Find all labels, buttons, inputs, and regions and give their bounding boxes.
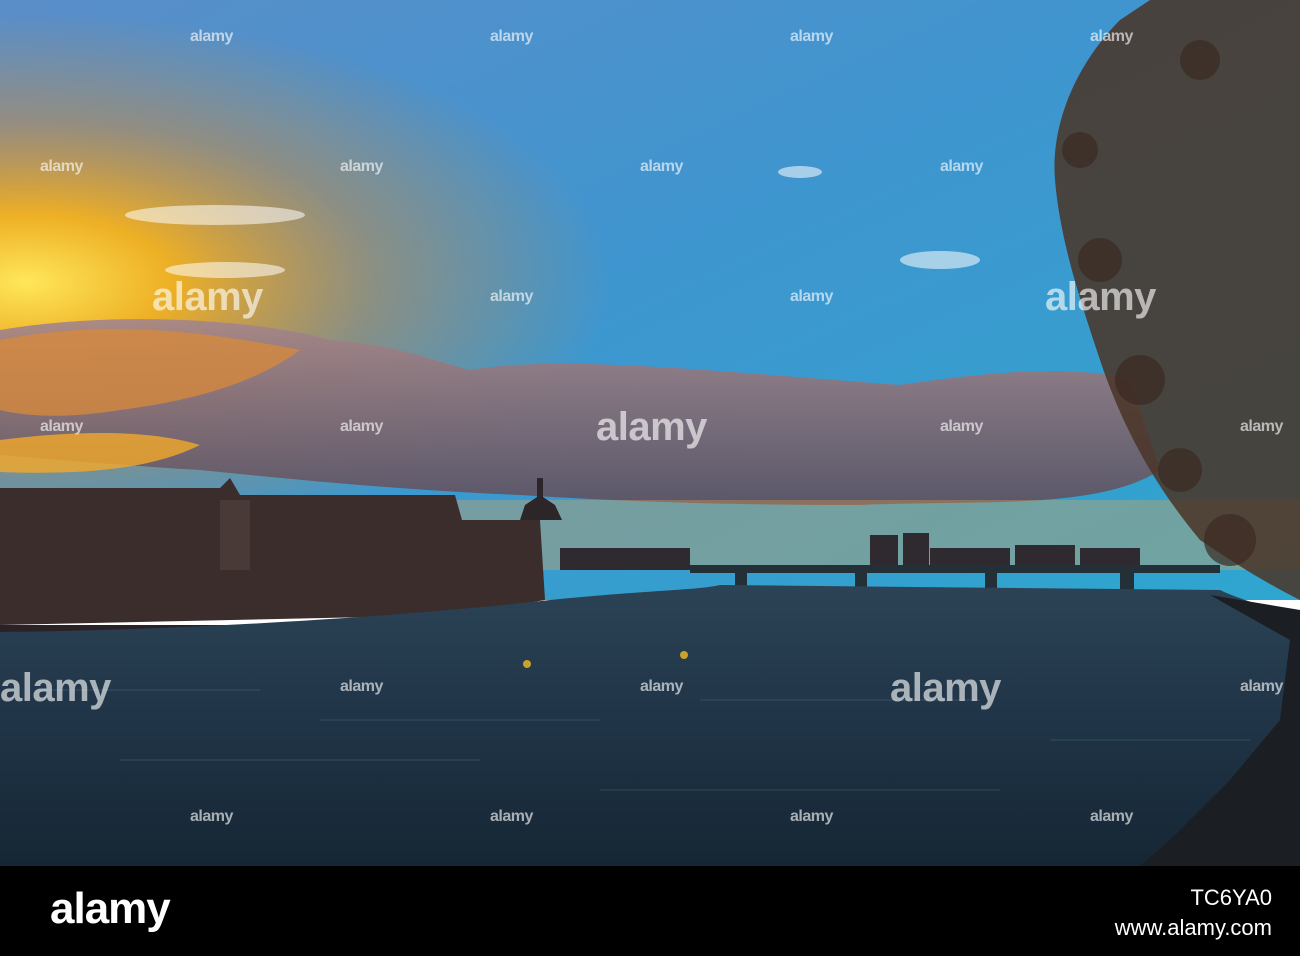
buoy — [680, 651, 688, 659]
stock-photo: alamy alamy alamy alamy alamy alamy alam… — [0, 0, 1300, 866]
site-url[interactable]: www.alamy.com — [1115, 914, 1272, 942]
watermark: alamy — [490, 288, 533, 305]
watermark: alamy — [340, 418, 383, 435]
watermark: alamy — [1045, 275, 1156, 319]
watermark: alamy — [40, 158, 83, 175]
watermark: alamy — [190, 808, 233, 825]
image-id: TC6YA0 — [1190, 885, 1272, 910]
watermark: alamy — [640, 678, 683, 695]
watermark: alamy — [190, 28, 233, 45]
watermark: alamy — [490, 28, 533, 45]
watermark: alamy — [790, 28, 833, 45]
watermark: alamy — [640, 158, 683, 175]
watermark: alamy — [1090, 28, 1133, 45]
watermark: alamy — [0, 666, 111, 710]
buoy — [523, 660, 531, 668]
watermark: alamy — [1090, 808, 1133, 825]
watermark: alamy — [340, 678, 383, 695]
watermark: alamy — [940, 418, 983, 435]
watermark: alamy — [1240, 418, 1283, 435]
watermark: alamy — [40, 418, 83, 435]
alamy-logo: alamy — [50, 884, 171, 933]
watermark: alamy — [596, 405, 707, 449]
watermark: alamy — [940, 158, 983, 175]
watermark: alamy — [1240, 678, 1283, 695]
watermark: alamy — [790, 808, 833, 825]
watermark: alamy — [490, 808, 533, 825]
watermark: alamy — [340, 158, 383, 175]
watermark: alamy — [890, 666, 1001, 710]
watermark: alamy — [790, 288, 833, 305]
footer-bar: alamy TC6YA0 www.alamy.com — [0, 866, 1300, 956]
watermark: alamy — [152, 275, 263, 319]
